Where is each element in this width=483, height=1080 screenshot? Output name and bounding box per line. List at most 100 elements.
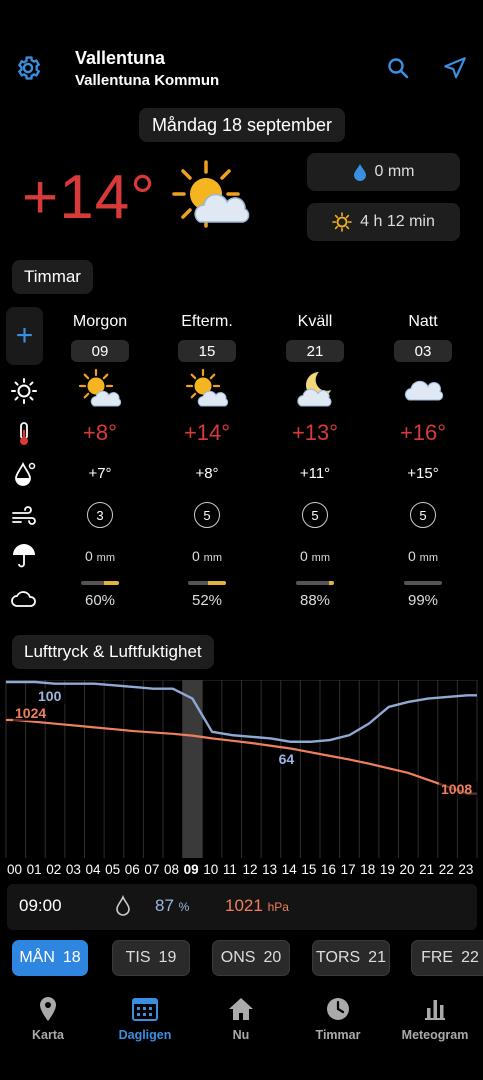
hour-tick-label[interactable]: 17 xyxy=(341,862,356,877)
city-name: Vallentuna xyxy=(75,48,166,68)
day-number: 22 xyxy=(461,949,479,966)
nav-map-label: Karta xyxy=(32,1028,64,1042)
thermometer-icon xyxy=(20,422,28,445)
day-name: MÅN xyxy=(19,949,55,966)
rain-value: 0 xyxy=(407,548,416,564)
hour-tick-label[interactable]: 02 xyxy=(46,862,61,877)
hour-tick-label[interactable]: 06 xyxy=(125,862,140,877)
hour-tick-label[interactable]: 03 xyxy=(66,862,81,877)
pressure-end-label: 1008 xyxy=(441,781,472,797)
hour-tick-label[interactable]: 12 xyxy=(243,862,258,877)
period-rain: 0 mm xyxy=(153,548,261,564)
hour-tick-label[interactable]: 05 xyxy=(105,862,120,877)
moon-cloud-icon xyxy=(297,372,332,407)
nav-daily-label: Dagligen xyxy=(118,1028,172,1042)
readout-humidity: 87 % xyxy=(155,896,189,916)
period-temperature: +16° xyxy=(399,420,447,445)
hour-tick-label[interactable]: 21 xyxy=(419,862,434,877)
hour-tick-label[interactable]: 07 xyxy=(144,862,159,877)
humidity-drop-icon xyxy=(116,895,130,916)
rain-unit: mm xyxy=(96,552,115,564)
nav-hours-label: Timmar xyxy=(315,1028,361,1042)
period-temperature: +13° xyxy=(291,420,339,445)
nav-meteogram-label: Meteogram xyxy=(401,1028,469,1042)
header: Vallentuna Vallentuna Kommun xyxy=(0,0,483,110)
rain-unit: mm xyxy=(419,552,438,564)
hour-tick-label[interactable]: 09 xyxy=(184,862,199,877)
umbrella-icon xyxy=(13,544,35,568)
day-tab-tis[interactable]: TIS 19 xyxy=(112,940,190,976)
day-number: 19 xyxy=(158,949,177,966)
readout-pressure: 1021 hPa xyxy=(225,896,289,916)
gear-icon[interactable] xyxy=(14,54,42,82)
period-cloud-cover: 88% xyxy=(299,592,331,609)
hour-tick-label[interactable]: 22 xyxy=(439,862,454,877)
period-temperature: +14° xyxy=(183,420,231,445)
nav-map[interactable]: Karta xyxy=(3,996,93,1042)
search-icon[interactable] xyxy=(386,56,410,80)
period-hour[interactable]: 21 xyxy=(286,340,344,362)
wind-speed-badge: 5 xyxy=(410,502,436,528)
sun-cloud-icon xyxy=(172,160,250,228)
period-rain: 0 mm xyxy=(46,548,154,564)
hour-tick-label[interactable]: 10 xyxy=(203,862,218,877)
hour-tick-label[interactable]: 00 xyxy=(7,862,22,877)
period-hour[interactable]: 03 xyxy=(394,340,452,362)
nav-daily[interactable]: Dagligen xyxy=(100,996,190,1042)
period-temperature: +8° xyxy=(83,420,117,445)
add-button[interactable]: + xyxy=(6,307,43,365)
sun-hours: 4 h 12 min xyxy=(360,213,435,230)
period-feels-like: +7° xyxy=(88,465,112,482)
period-cloud-cover: 60% xyxy=(84,592,116,609)
day-name: TORS xyxy=(316,949,361,966)
sun-cloud-icon xyxy=(78,368,122,407)
location-arrow-icon[interactable] xyxy=(442,55,468,81)
day-number: 20 xyxy=(263,949,282,966)
pressure-humidity-chart[interactable]: 1001024 64 1008 xyxy=(0,680,483,858)
municipality-name: Vallentuna Kommun xyxy=(75,72,220,89)
day-name: ONS xyxy=(220,949,256,966)
cloud-icon xyxy=(404,380,444,401)
hour-tick-label[interactable]: 23 xyxy=(458,862,473,877)
wind-icon xyxy=(12,506,36,525)
period-feels-like: +8° xyxy=(195,465,219,482)
cloud-bar-fill xyxy=(329,581,334,585)
rain-unit: mm xyxy=(311,552,330,564)
cloud-bar xyxy=(188,581,226,585)
sun-icon xyxy=(332,212,352,232)
hour-tick-label[interactable]: 04 xyxy=(86,862,101,877)
hour-tick-label[interactable]: 11 xyxy=(223,862,237,877)
period-hour[interactable]: 09 xyxy=(71,340,129,362)
clock-icon xyxy=(327,998,349,1020)
period-hour[interactable]: 15 xyxy=(178,340,236,362)
hour-tick-label[interactable]: 14 xyxy=(282,862,297,877)
hour-tick-label[interactable]: 19 xyxy=(380,862,395,877)
pressure-humidity-section-title: Lufttryck & Luftfuktighet xyxy=(12,635,214,669)
hour-tick-label[interactable]: 13 xyxy=(262,862,277,877)
bottom-navigation: Karta Dagligen Nu Timmar Meteogram xyxy=(0,990,483,1080)
nav-hours[interactable]: Timmar xyxy=(293,996,383,1042)
hour-tick-label[interactable]: 01 xyxy=(27,862,42,877)
day-name: TIS xyxy=(125,949,151,966)
humidity-min-label: 64 xyxy=(279,751,295,767)
pressure-start-label: 1024 xyxy=(15,705,46,721)
day-tab-ons[interactable]: ONS 20 xyxy=(212,940,290,976)
sun-cloud-icon xyxy=(185,368,229,407)
day-tab-mån[interactable]: MÅN 18 xyxy=(12,940,88,976)
day-tab-fre[interactable]: FRE 22 xyxy=(411,940,483,976)
hour-tick-label[interactable]: 18 xyxy=(360,862,375,877)
nav-now[interactable]: Nu xyxy=(196,996,286,1042)
hour-tick-label[interactable]: 20 xyxy=(400,862,415,877)
cloud-outline-icon xyxy=(11,591,36,607)
date-pill: Måndag 18 september xyxy=(139,108,345,142)
hour-tick-label[interactable]: 15 xyxy=(301,862,316,877)
period-feels-like: +11° xyxy=(299,465,331,482)
hour-tick-label[interactable]: 16 xyxy=(321,862,336,877)
current-temperature: +14° xyxy=(22,163,156,232)
nav-meteogram[interactable]: Meteogram xyxy=(390,996,480,1042)
humidity-max-label: 100 xyxy=(38,688,62,704)
humidity-unit: % xyxy=(178,900,190,914)
cloud-bar-fill xyxy=(103,581,119,585)
day-tab-tors[interactable]: TORS 21 xyxy=(312,940,390,976)
hour-tick-label[interactable]: 08 xyxy=(164,862,179,877)
